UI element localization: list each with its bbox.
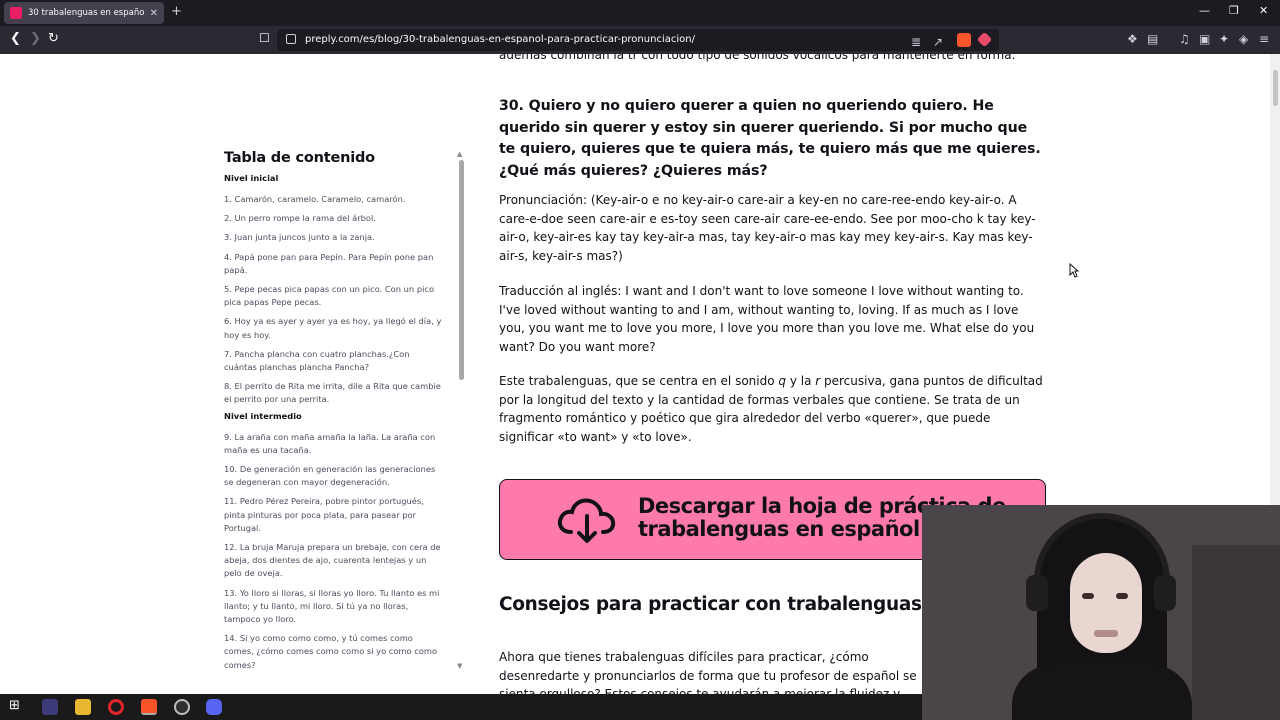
webcam-person-shirt	[1012, 665, 1192, 720]
toc-item[interactable]: 3. Juan junta juncos junto a la zanja.	[224, 231, 444, 244]
back-icon[interactable]: ❮	[10, 31, 21, 46]
toc-item[interactable]: 7. Pancha plancha con cuatro planchas.¿C…	[224, 348, 444, 374]
close-window-button[interactable]: ✕	[1259, 4, 1268, 17]
taskbar-app-icon[interactable]	[42, 699, 58, 715]
pronunciation-paragraph: Pronunciación: (Key-air-o e no key-air-o…	[499, 193, 1036, 264]
browser-nav-bar: ❮ ❯ ↻ ☐ preply.com/es/blog/30-trabalengu…	[0, 26, 1280, 54]
discord-icon[interactable]	[206, 699, 222, 715]
toc-item[interactable]: 2. Un perro rompe la rama del árbol.	[224, 212, 444, 225]
wallet-icon[interactable]: ▣	[1199, 32, 1210, 46]
mouse-cursor-icon	[1069, 263, 1079, 278]
webcam-headset-ear	[1154, 575, 1176, 611]
url-text[interactable]: preply.com/es/blog/30-trabalenguas-en-es…	[305, 34, 695, 45]
site-info-icon[interactable]	[286, 34, 296, 44]
restore-button[interactable]: ❐	[1229, 4, 1239, 17]
previous-paragraph-end: además combinan la tr con todo tipo de s…	[499, 54, 1016, 62]
brave-shields-icon[interactable]	[957, 33, 971, 47]
file-explorer-icon[interactable]	[75, 699, 91, 715]
vpn-icon[interactable]: ◈	[1239, 32, 1248, 46]
webcam-overlay	[922, 505, 1280, 720]
forward-icon[interactable]: ❯	[30, 31, 41, 46]
table-of-contents: Tabla de contenido Nivel inicial 1. Cama…	[224, 150, 464, 678]
toc-item[interactable]: 5. Pepe pecas pica papas con un pico. Co…	[224, 283, 444, 309]
bookmark-icon[interactable]: ☐	[259, 31, 270, 45]
toc-scroll-up-icon[interactable]: ▲	[457, 150, 462, 158]
tab-title: 30 trabalenguas en español para	[28, 8, 144, 18]
explanation-q: q	[778, 374, 787, 388]
toc-scrollbar-thumb[interactable]	[459, 160, 464, 380]
brave-rewards-icon[interactable]	[976, 31, 993, 48]
leo-ai-icon[interactable]: ✦	[1219, 32, 1229, 46]
webcam-shelf	[1192, 545, 1280, 720]
opera-icon[interactable]	[108, 699, 124, 715]
music-icon[interactable]: ♫	[1179, 32, 1190, 46]
toc-item[interactable]: 14. Si yo como como como, y tú comes com…	[224, 632, 444, 672]
url-bar[interactable]: preply.com/es/blog/30-trabalenguas-en-es…	[277, 29, 999, 51]
explanation-paragraph: Este trabalenguas, que se centra en el s…	[499, 372, 1047, 447]
obs-icon[interactable]	[174, 699, 190, 715]
explanation-text: y la	[786, 374, 816, 388]
toc-item[interactable]: 13. Yo lloro si lloras, si lloras yo llo…	[224, 587, 444, 627]
toc-item[interactable]: 10. De generación en generación las gene…	[224, 463, 444, 489]
toc-item[interactable]: 12. La bruja Maruja prepara un brebaje, …	[224, 541, 444, 581]
tab-close-icon[interactable]: ✕	[150, 8, 158, 19]
sidebar-icon[interactable]: ▤	[1147, 32, 1158, 46]
start-menu-icon[interactable]: ⊞	[9, 698, 25, 714]
toc-item[interactable]: 9. La araña con maña amaña la laña. La a…	[224, 431, 444, 457]
toc-item[interactable]: 6. Hoy ya es ayer y ayer ya es hoy, ya l…	[224, 315, 444, 341]
webcam-mouth	[1094, 630, 1118, 637]
browser-tab-bar: 30 trabalenguas en español para ✕ + — ❐ …	[0, 0, 1280, 26]
toc-item[interactable]: 4. Papá pone pan para Pepín. Para Pepín …	[224, 251, 444, 277]
brave-browser-icon[interactable]	[141, 699, 157, 715]
extensions-icon[interactable]: ❖	[1127, 32, 1138, 46]
section-heading: Consejos para practicar con trabalenguas	[499, 594, 922, 615]
browser-tab-active[interactable]: 30 trabalenguas en español para ✕	[4, 2, 164, 24]
page-scrollbar-thumb[interactable]	[1273, 70, 1278, 106]
share-icon[interactable]: ↗	[933, 35, 943, 49]
menu-icon[interactable]: ≡	[1259, 32, 1269, 46]
translation-paragraph: Traducción al inglés: I want and I don't…	[499, 284, 1035, 355]
minimize-button[interactable]: —	[1199, 4, 1210, 17]
tongue-twister-30-heading: 30. Quiero y no quiero querer a quien no…	[499, 98, 1041, 179]
cloud-download-icon	[557, 498, 616, 543]
new-tab-button[interactable]: +	[171, 4, 182, 19]
os-taskbar: ⊞	[0, 694, 922, 720]
toc-level-heading[interactable]: Nivel intermedio	[224, 411, 464, 421]
explanation-text: Este trabalenguas, que se centra en el s…	[499, 374, 779, 388]
toc-scroll-down-icon[interactable]: ▼	[457, 662, 462, 670]
toc-item[interactable]: 8. El perrito de Rita me irrita, dile a …	[224, 380, 444, 406]
toc-item[interactable]: 1. Camarón, caramelo. Caramelo, camarón.	[224, 193, 444, 206]
toc-title: Tabla de contenido	[224, 150, 375, 166]
webcam-headset-ear	[1026, 575, 1048, 611]
reload-icon[interactable]: ↻	[48, 31, 59, 46]
reader-view-icon[interactable]: ≣	[911, 35, 921, 49]
toc-item[interactable]: 11. Pedro Pérez Pereira, pobre pintor po…	[224, 495, 444, 535]
toc-level-heading[interactable]: Nivel inicial	[224, 173, 464, 183]
section-paragraph: Ahora que tienes trabalenguas difíciles …	[499, 650, 917, 694]
preply-favicon-icon	[10, 7, 22, 19]
